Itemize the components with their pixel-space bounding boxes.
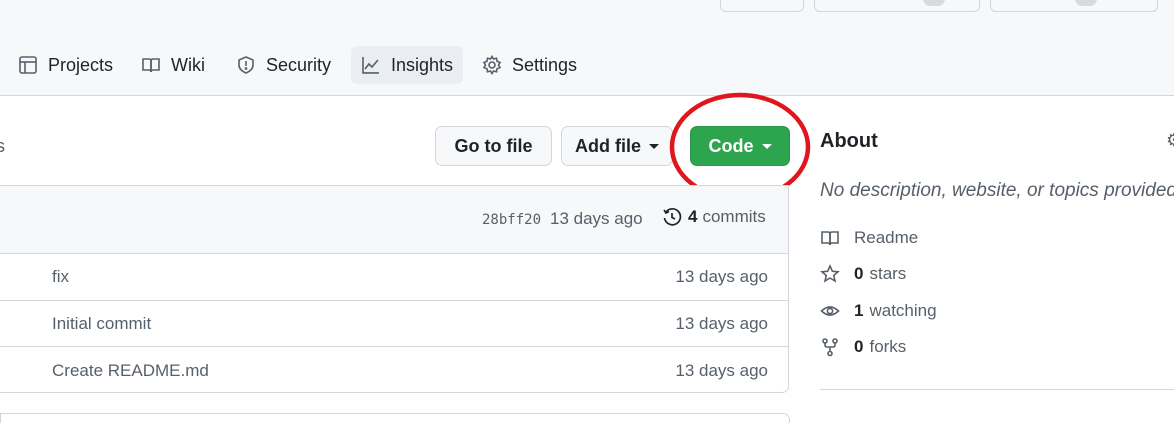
commit-sha[interactable]: 28bff20 — [482, 212, 541, 228]
stars-link[interactable]: 0 stars — [820, 264, 906, 284]
fork-counter — [1075, 0, 1097, 6]
forks-count: 0 — [854, 337, 864, 356]
commit-age: 13 days ago — [550, 209, 643, 228]
table-row: Create README.md 13 days ago — [0, 346, 788, 392]
about-description: No description, website, or topics provi… — [820, 180, 1174, 201]
table-row: fix 13 days ago — [0, 254, 788, 301]
watch-counter — [923, 0, 945, 6]
watching-label: watching — [869, 301, 937, 320]
tab-label: Insights — [390, 54, 453, 75]
fork-icon — [822, 338, 838, 357]
book-icon — [142, 58, 160, 73]
go-to-file-label: Go to file — [454, 135, 533, 156]
forks-link[interactable]: 0 forks — [820, 337, 906, 357]
book-icon — [821, 231, 839, 246]
stars-label: stars — [869, 264, 907, 283]
history-icon — [663, 207, 682, 226]
commit-message-link[interactable]: fix — [52, 267, 69, 287]
table-row: Initial commit 13 days ago — [0, 300, 788, 347]
tab-insights[interactable]: Insights — [351, 46, 463, 84]
file-age: 13 days ago — [675, 314, 768, 333]
go-to-file-button[interactable]: Go to file — [435, 126, 552, 166]
fork-button-top[interactable] — [720, 0, 804, 12]
about-heading: About — [820, 130, 878, 152]
repo-header: Projects Wiki Security Insights Settings — [0, 0, 1174, 96]
tab-security[interactable]: Security — [226, 46, 341, 84]
add-file-label: Add file — [575, 135, 641, 156]
gear-icon — [482, 55, 502, 75]
stars-count: 0 — [854, 264, 864, 283]
tab-wiki[interactable]: Wiki — [131, 46, 215, 84]
file-age: 13 days ago — [675, 267, 768, 286]
fork-button[interactable] — [990, 0, 1158, 12]
readme-label: Readme — [854, 228, 919, 247]
edit-gear-icon[interactable]: ⚙ — [1166, 130, 1174, 151]
file-age: 13 days ago — [675, 361, 768, 380]
unwatch-button[interactable] — [814, 0, 980, 12]
commits-link[interactable]: 4 commits — [662, 207, 766, 227]
chevron-down-icon — [649, 143, 659, 149]
add-file-button[interactable]: Add file — [561, 126, 673, 166]
tab-label: Settings — [512, 54, 578, 75]
commit-message-link[interactable]: Create README.md — [52, 361, 209, 381]
sidebar-divider — [820, 389, 1174, 390]
shield-icon — [238, 56, 254, 74]
star-icon — [820, 264, 840, 283]
commit-count-label: commits — [702, 207, 766, 226]
commit-count: 4 — [688, 207, 698, 226]
branch-info-fragment: s — [0, 136, 5, 156]
graph-icon — [362, 57, 379, 74]
tab-projects[interactable]: Projects — [8, 46, 123, 84]
projects-icon — [19, 56, 37, 74]
forks-label: forks — [869, 337, 907, 356]
watching-count: 1 — [854, 301, 864, 320]
tab-label: Wiki — [171, 54, 205, 75]
eye-icon — [820, 306, 840, 316]
readme-box-edge — [0, 413, 790, 423]
commit-message-link[interactable]: Initial commit — [52, 314, 151, 334]
latest-commit-bar: 28bff20 13 days ago 4 commits — [0, 186, 788, 254]
watchers-link[interactable]: 1 watching — [820, 301, 937, 321]
tab-label: Projects — [48, 54, 114, 75]
tab-settings[interactable]: Settings — [472, 46, 587, 84]
readme-link[interactable]: Readme — [820, 228, 918, 248]
tab-label: Security — [266, 54, 332, 75]
